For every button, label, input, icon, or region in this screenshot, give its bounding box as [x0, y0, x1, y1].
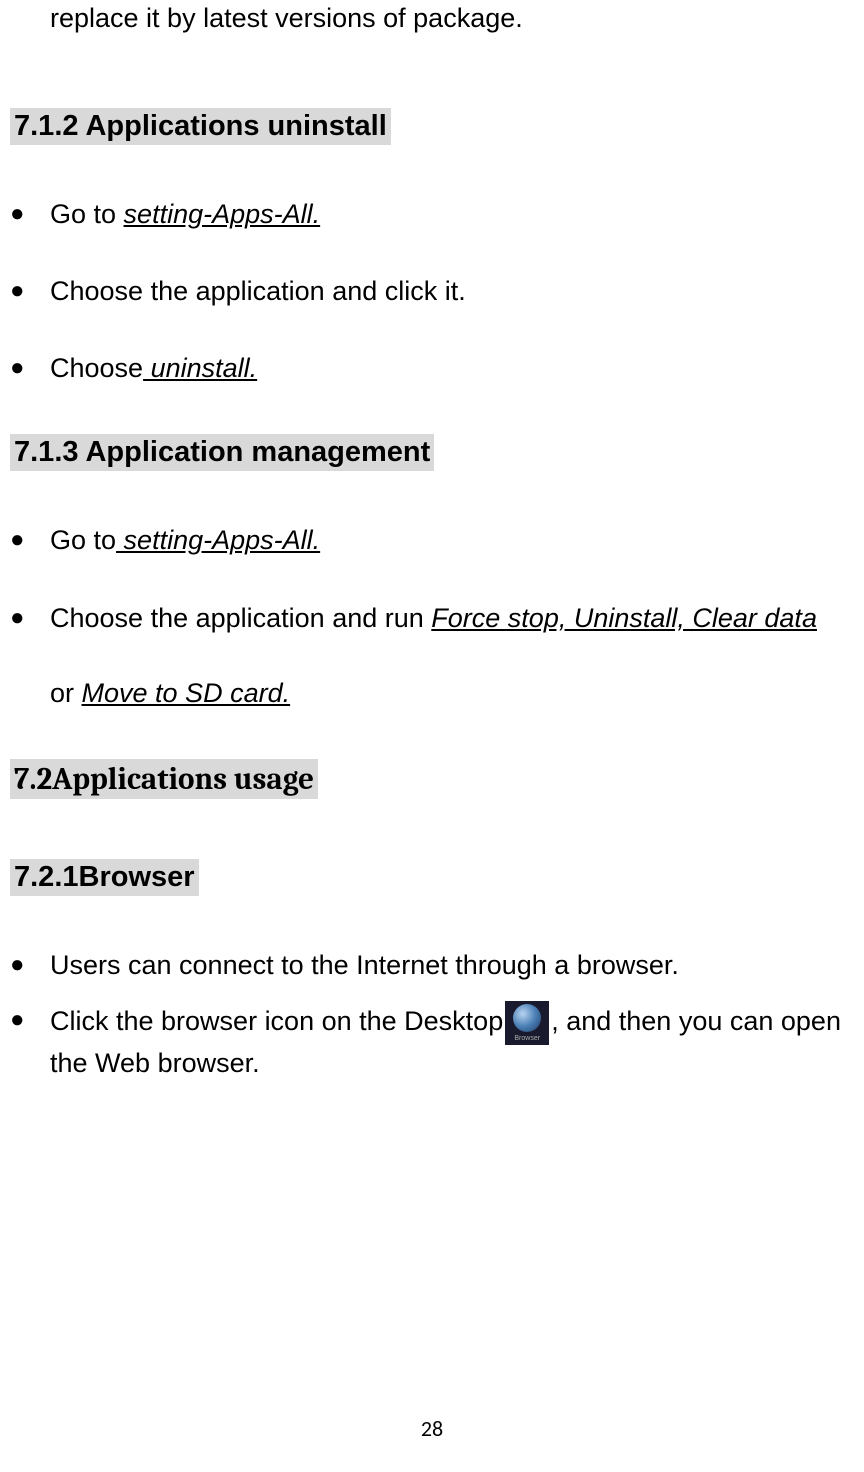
text-prefix: Choose: [50, 353, 143, 383]
heading-7-1-2: 7.1.2 Applications uninstall: [10, 108, 391, 145]
list-item: Choose the application and click it.: [10, 270, 854, 313]
document-page: replace it by latest versions of package…: [10, 0, 854, 1083]
list-item: Click the browser icon on the Desktop, a…: [10, 1001, 854, 1083]
heading-7-2: 7.2Applications usage: [10, 759, 318, 799]
link-text: Force stop, Uninstall, Clear data: [431, 603, 817, 633]
fragment-text: replace it by latest versions of package…: [50, 0, 854, 38]
text-prefix: Choose the application and run: [50, 603, 431, 633]
page-number: 28: [421, 1415, 443, 1442]
list-item: Users can connect to the Internet throug…: [10, 944, 854, 987]
list-7-1-2: Go to setting-Apps-All. Choose the appli…: [10, 193, 854, 391]
link-text: setting-Apps-All.: [116, 525, 320, 555]
text: Users can connect to the Internet throug…: [50, 950, 679, 980]
text: Choose the application and click it.: [50, 276, 466, 306]
link-text: uninstall.: [143, 353, 257, 383]
list-item: Go to setting-Apps-All.: [10, 519, 854, 562]
list-7-2-1: Users can connect to the Internet throug…: [10, 944, 854, 1083]
browser-icon: [505, 1001, 549, 1045]
list-7-1-3: Go to setting-Apps-All. Choose the appli…: [10, 519, 854, 715]
link-text: setting-Apps-All.: [124, 199, 321, 229]
text-prefix: Click the browser icon on the Desktop: [50, 1006, 503, 1036]
text-middle: or: [50, 678, 82, 708]
list-item: Choose the application and run Force sto…: [10, 597, 854, 715]
list-item: Go to setting-Apps-All.: [10, 193, 854, 236]
heading-7-1-3: 7.1.3 Application management: [10, 434, 434, 471]
link-text: Move to SD card.: [82, 678, 291, 708]
text-prefix: Go to: [50, 199, 124, 229]
text-prefix: Go to: [50, 525, 116, 555]
heading-7-2-1: 7.2.1Browser: [10, 859, 199, 896]
list-item: Choose uninstall.: [10, 347, 854, 390]
